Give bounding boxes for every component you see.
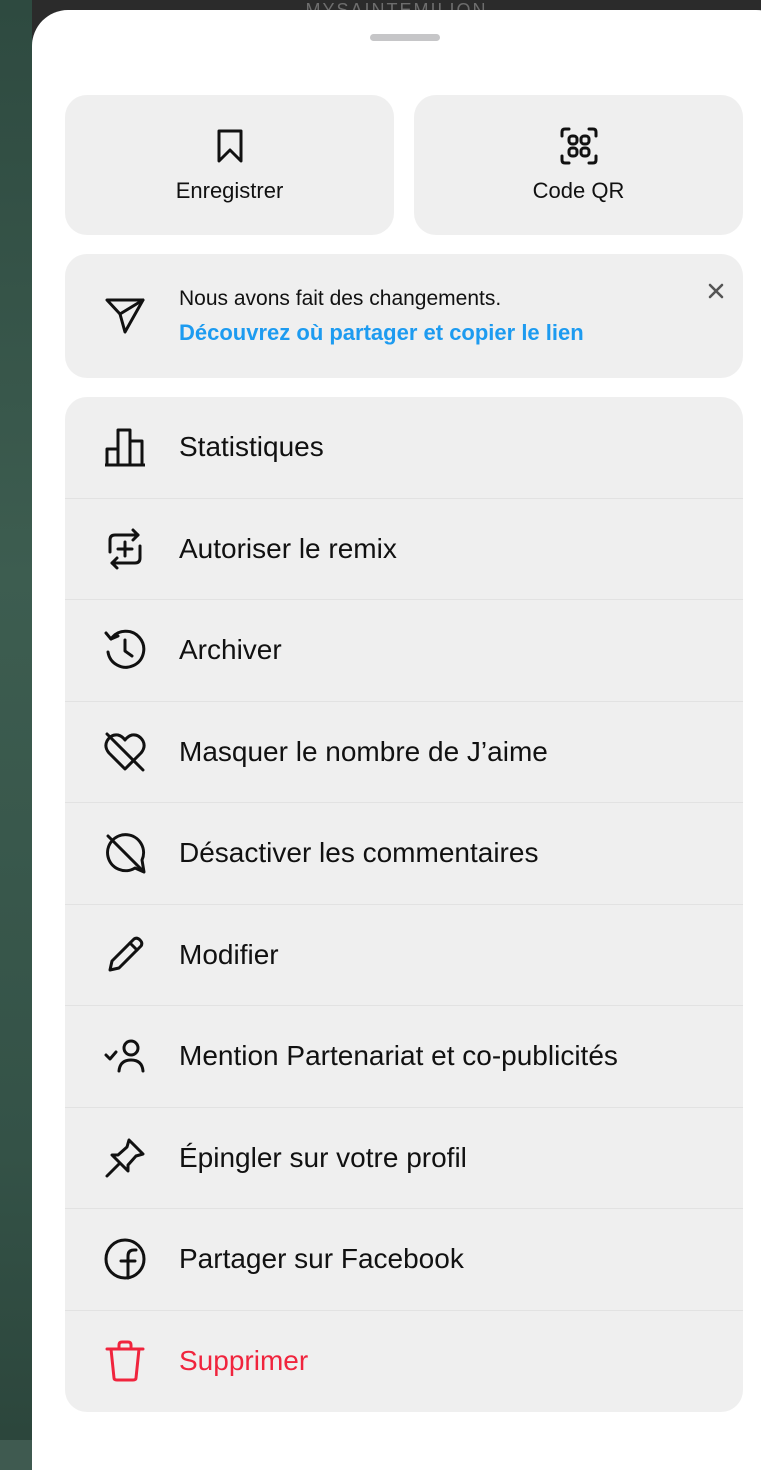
menu-item-share-facebook[interactable]: Partager sur Facebook [65, 1209, 743, 1311]
share-link[interactable]: Découvrez où partager et copier le lien [179, 320, 584, 346]
menu-item-delete[interactable]: Supprimer [65, 1311, 743, 1413]
menu-item-statistics[interactable]: Statistiques [65, 397, 743, 499]
close-icon[interactable] [703, 278, 729, 304]
options-menu: Statistiques Autoriser le remix Archiver… [65, 397, 743, 1412]
menu-item-label: Masquer le nombre de J’aime [179, 735, 548, 767]
action-sheet: Enregistrer Code QR Nous avons fait des [32, 10, 761, 1470]
qr-code-label: Code QR [532, 178, 625, 203]
remix-icon [102, 526, 148, 572]
menu-item-partnership[interactable]: Mention Partenariat et co-publicités [65, 1006, 743, 1108]
qr-code-button[interactable]: Code QR [414, 95, 743, 235]
menu-item-disable-comments[interactable]: Désactiver les commentaires [65, 803, 743, 905]
menu-item-label: Épingler sur votre profil [179, 1141, 467, 1173]
notice-text: Nous avons fait des changements. [179, 287, 502, 310]
pin-icon [102, 1135, 148, 1181]
menu-item-label: Statistiques [179, 431, 324, 463]
heart-off-icon [102, 729, 148, 775]
drag-handle[interactable] [370, 34, 440, 41]
menu-item-edit[interactable]: Modifier [65, 905, 743, 1006]
save-button[interactable]: Enregistrer [65, 95, 394, 235]
menu-item-label: Modifier [179, 938, 279, 970]
trash-icon [102, 1338, 148, 1384]
bar-chart-icon [102, 424, 148, 470]
menu-item-hide-likes[interactable]: Masquer le nombre de J’aime [65, 702, 743, 803]
bookmark-icon [210, 126, 250, 166]
background-strip [0, 0, 32, 1440]
menu-item-label: Autoriser le remix [179, 532, 397, 564]
archive-history-icon [102, 627, 148, 673]
menu-item-label: Archiver [179, 634, 282, 666]
facebook-icon [102, 1236, 148, 1282]
menu-item-label: Désactiver les commentaires [179, 837, 539, 869]
pencil-icon [102, 932, 148, 978]
menu-item-archive[interactable]: Archiver [65, 600, 743, 702]
partner-tag-icon [102, 1033, 148, 1079]
menu-item-label: Partager sur Facebook [179, 1243, 464, 1275]
qr-code-icon [559, 126, 599, 166]
menu-item-label: Mention Partenariat et co-publicités [179, 1040, 618, 1072]
save-label: Enregistrer [175, 178, 284, 203]
comments-off-icon [102, 830, 148, 876]
changes-notice: Nous avons fait des changements. Découvr… [65, 254, 743, 378]
menu-item-pin[interactable]: Épingler sur votre profil [65, 1108, 743, 1209]
menu-item-remix[interactable]: Autoriser le remix [65, 499, 743, 600]
send-icon [103, 292, 147, 336]
menu-item-label: Supprimer [179, 1345, 309, 1377]
